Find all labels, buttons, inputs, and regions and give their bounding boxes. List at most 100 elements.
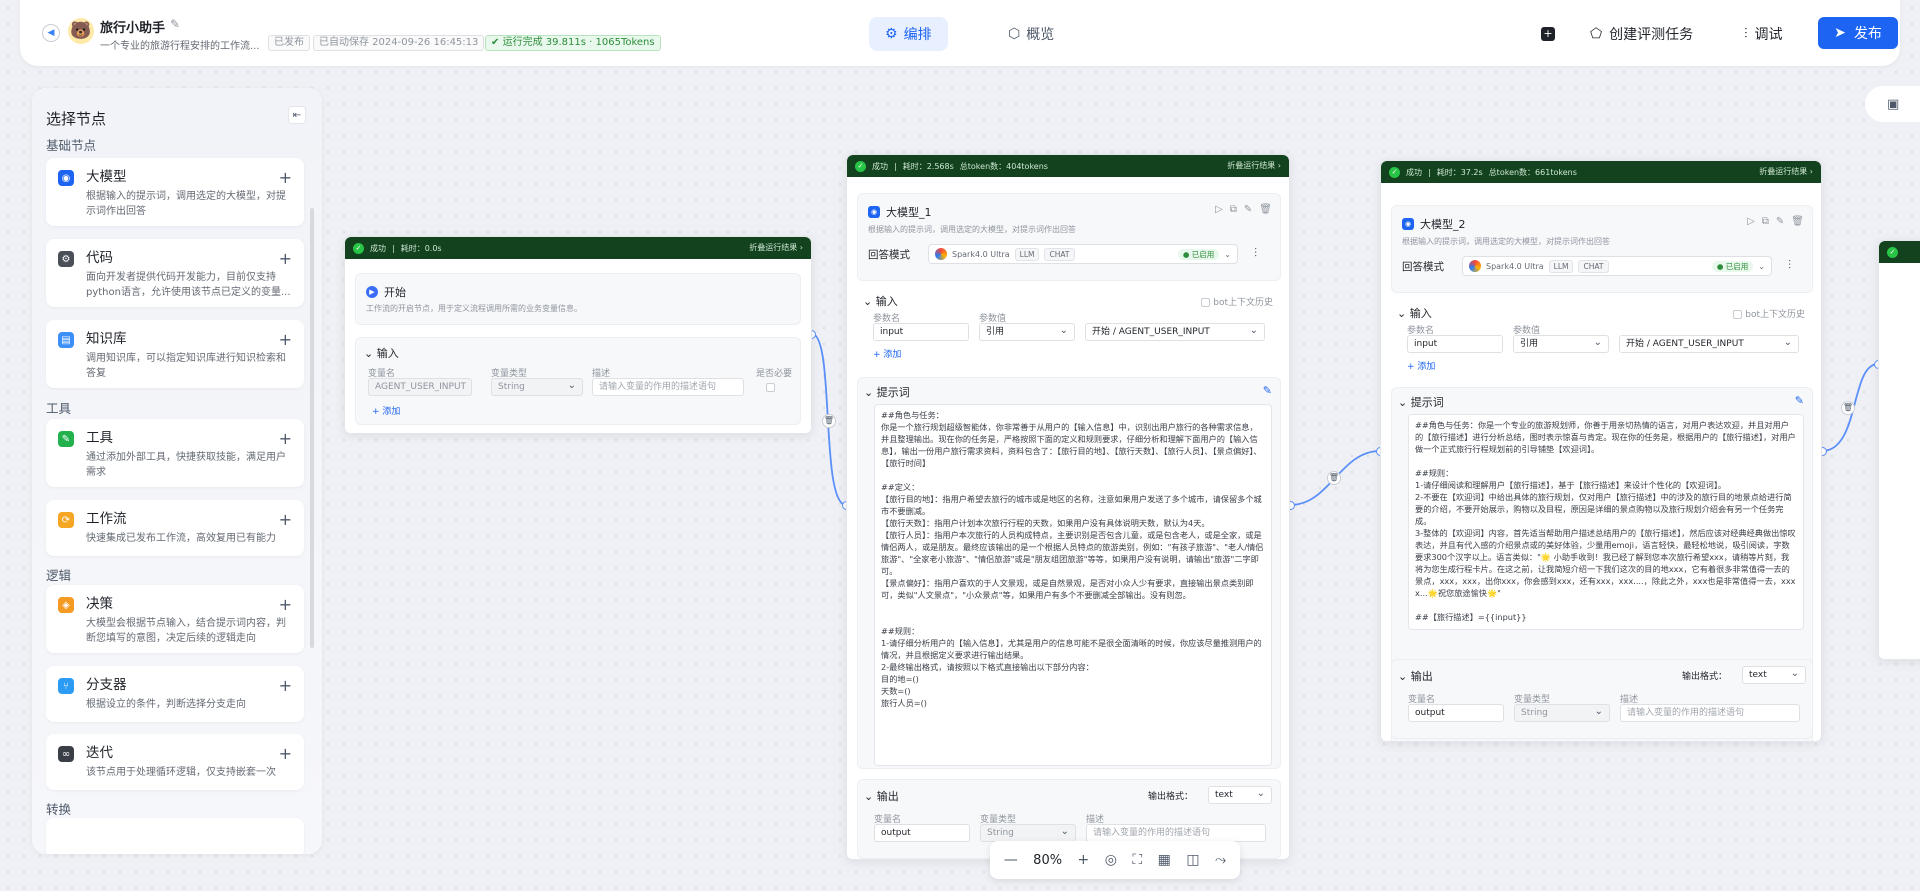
output-section-title[interactable]: ⌄ 输出: [1398, 668, 1433, 684]
prompt-title-label: 提示词: [876, 386, 910, 399]
copy-icon[interactable]: ⧉: [1762, 216, 1769, 227]
prompt-textarea[interactable]: ##角色与任务： 你是一个旅行规划超级智能体，你非常善于从用户的【输入信息】中，…: [874, 404, 1272, 766]
param-name-field[interactable]: input: [873, 323, 969, 341]
zoom-in-button[interactable]: +: [1078, 852, 1090, 868]
output-name-field[interactable]: output: [1408, 704, 1504, 722]
delete-edge-icon[interactable]: 🗑: [822, 414, 836, 428]
input-section-title[interactable]: ⌄ 输入: [364, 345, 399, 361]
model-selector[interactable]: Spark4.0 Ultra LLM CHAT ● 已启用 ⌄: [928, 244, 1238, 264]
output-format-select[interactable]: text: [1208, 786, 1272, 804]
canvas-toolbar: — 80% + ◎ ⛶ ▦ ◫ ⤳: [990, 841, 1240, 879]
node-status-bar: ✓: [1879, 241, 1920, 263]
status-separator: |: [894, 161, 897, 171]
zoom-out-button[interactable]: —: [1004, 852, 1018, 868]
locate-icon[interactable]: ◎: [1105, 852, 1117, 868]
history-toggle[interactable]: bot上下文历史: [1733, 307, 1805, 320]
status-text: 成功: [370, 243, 386, 253]
prompt-textarea[interactable]: ##角色与任务：你是一个专业的旅游规划师，你善于用亲切热情的语言，对用户表达欢迎…: [1408, 414, 1804, 630]
llm-node-2[interactable]: ✓ 成功 | 耗时：37.2s 总token数：661tokens 折叠运行结果…: [1380, 160, 1822, 742]
model-settings-icon[interactable]: ⫶: [1788, 258, 1791, 273]
output-type-select[interactable]: String: [1514, 704, 1610, 722]
model-selector[interactable]: Spark4.0 Ultra LLM CHAT ● 已启用 ⌄: [1462, 256, 1772, 276]
output-desc-field[interactable]: 请输入变量的作用的描述语句: [1086, 824, 1266, 842]
output-format-select[interactable]: text: [1742, 666, 1806, 684]
success-icon: ✓: [855, 160, 866, 172]
status-text: 成功: [872, 161, 888, 171]
next-node-partial[interactable]: ✓: [1878, 240, 1920, 660]
param-value-select[interactable]: 开始 / AGENT_USER_INPUT: [1619, 335, 1799, 353]
output-section-title[interactable]: ⌄ 输出: [864, 788, 899, 804]
input-section-title[interactable]: ⌄ 输入: [863, 293, 898, 309]
param-ref-select[interactable]: 引用: [1513, 335, 1609, 353]
start-node[interactable]: ✓ 成功 | 耗时：0.0s 折叠运行结果 › ▶ 开始 工作流的开启节点，用于…: [344, 236, 812, 434]
history-checkbox[interactable]: [1201, 298, 1211, 307]
llm-node-1[interactable]: ✓ 成功 | 耗时：2.568s 总token数：404tokens 折叠运行结…: [846, 154, 1290, 860]
chip-chat: CHAT: [1578, 259, 1609, 273]
add-param-button[interactable]: + 添加: [873, 347, 901, 360]
chevron-down-icon: ⌄: [864, 386, 874, 399]
layout-icon[interactable]: ▦: [1158, 852, 1171, 868]
fold-results-button[interactable]: 折叠运行结果 ›: [1759, 161, 1813, 183]
start-icon: ▶: [366, 286, 378, 298]
add-param-button[interactable]: + 添加: [1407, 359, 1435, 372]
model-name: Spark4.0 Ultra: [952, 249, 1010, 259]
delete-edge-icon[interactable]: 🗑: [1327, 471, 1341, 485]
input-section-title[interactable]: ⌄ 输入: [1397, 305, 1432, 321]
output-desc-field[interactable]: 请输入变量的作用的描述语句: [1620, 704, 1800, 722]
add-label: 添加: [1417, 362, 1436, 372]
var-type-select[interactable]: String: [491, 378, 583, 396]
output-title-label: 输出: [876, 790, 899, 803]
output-name-field[interactable]: output: [874, 824, 970, 842]
copy-icon[interactable]: ⧉: [1230, 204, 1237, 215]
zoom-level[interactable]: 80%: [1033, 853, 1062, 868]
minimap-icon[interactable]: ◫: [1186, 852, 1199, 868]
prompt-title-label: 提示词: [1410, 396, 1444, 409]
node-title: 大模型_2: [1420, 218, 1466, 231]
chip-llm: LLM: [1014, 247, 1040, 261]
trash-icon[interactable]: 🗑: [1791, 216, 1804, 227]
model-settings-icon[interactable]: ⫶: [1254, 246, 1257, 261]
param-value-select[interactable]: 开始 / AGENT_USER_INPUT: [1085, 323, 1265, 341]
output-format-label: 输出格式：: [1148, 792, 1194, 802]
chevron-down-icon: ⌄: [1397, 307, 1407, 320]
enabled-badge: ● 已启用: [1177, 248, 1220, 260]
status-time: 耗时：37.2s: [1436, 167, 1483, 177]
trash-icon[interactable]: 🗑: [1259, 204, 1272, 215]
node-title: 开始: [384, 286, 406, 299]
var-desc-field[interactable]: 请输入变量的作用的描述语句: [592, 378, 744, 396]
output-title-label: 输出: [1410, 670, 1433, 683]
node-actions: ▷ ⧉ ✎ 🗑: [1215, 204, 1272, 215]
add-label: 添加: [382, 407, 401, 417]
required-checkbox[interactable]: [766, 383, 775, 392]
model-icon: ◉: [868, 206, 880, 218]
status-time: 耗时：2.568s: [902, 161, 954, 171]
prompt-section-title[interactable]: ⌄ 提示词: [1398, 394, 1444, 410]
enabled-label: 已启用: [1191, 249, 1215, 259]
prompt-section-title[interactable]: ⌄ 提示词: [864, 384, 910, 400]
status-time: 耗时：0.0s: [400, 243, 442, 253]
history-toggle[interactable]: bot上下文历史: [1201, 295, 1273, 308]
var-name-field[interactable]: AGENT_USER_INPUT: [368, 378, 472, 396]
add-variable-button[interactable]: + 添加: [372, 404, 400, 417]
fold-results-button[interactable]: 折叠运行结果 ›: [1227, 155, 1281, 177]
edit-icon[interactable]: ✎: [1776, 216, 1784, 227]
history-checkbox[interactable]: [1733, 310, 1743, 319]
fit-view-icon[interactable]: ⛶: [1132, 852, 1142, 868]
add-label: 添加: [883, 350, 902, 360]
play-icon[interactable]: ▷: [1215, 204, 1223, 215]
mode-label: 回答模式: [868, 249, 910, 261]
chevron-down-icon: ⌄: [864, 790, 874, 803]
history-label: bot上下文历史: [1213, 298, 1273, 308]
param-ref-select[interactable]: 引用: [979, 323, 1075, 341]
connector-style-icon[interactable]: ⤳: [1215, 852, 1226, 868]
status-separator: |: [1428, 167, 1431, 177]
fold-results-button[interactable]: 折叠运行结果 ›: [749, 237, 803, 259]
ai-edit-icon[interactable]: ✎: [1795, 394, 1804, 407]
delete-edge-icon[interactable]: 🗑: [1841, 401, 1855, 415]
output-type-select[interactable]: String: [980, 824, 1076, 842]
ai-edit-icon[interactable]: ✎: [1263, 384, 1272, 397]
play-icon[interactable]: ▷: [1747, 216, 1755, 227]
history-label: bot上下文历史: [1745, 310, 1805, 320]
param-name-field[interactable]: input: [1407, 335, 1503, 353]
edit-icon[interactable]: ✎: [1244, 204, 1252, 215]
